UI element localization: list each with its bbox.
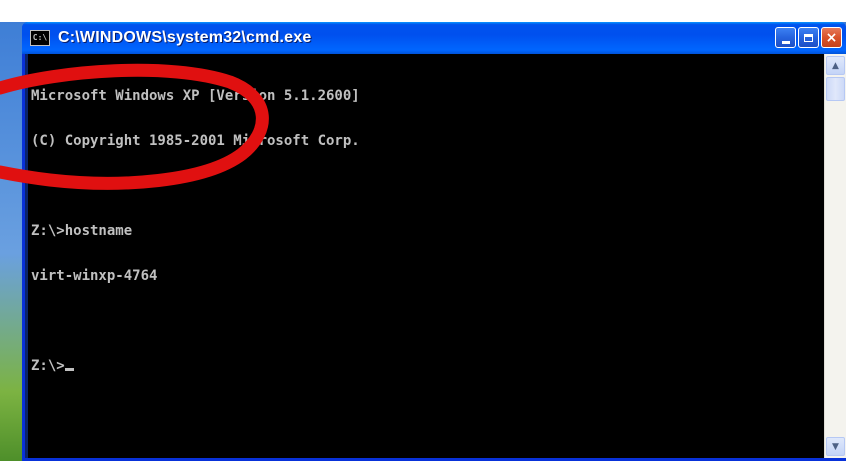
- title-bar[interactable]: C:\ C:\WINDOWS\system32\cmd.exe ×: [22, 22, 846, 54]
- close-icon: ×: [825, 29, 838, 46]
- top-margin: [0, 0, 846, 22]
- console-line: virt-winxp-4764: [31, 268, 158, 284]
- cmd-window: C:\ C:\WINDOWS\system32\cmd.exe × Micros…: [22, 22, 846, 461]
- console-output[interactable]: Microsoft Windows XP [Version 5.1.2600] …: [28, 54, 824, 458]
- close-button[interactable]: ×: [821, 27, 842, 48]
- down-arrow-icon: ▼: [832, 441, 839, 452]
- prompt-line[interactable]: Z:\>: [31, 359, 824, 374]
- console-line: (C) Copyright 1985-2001 Microsoft Corp.: [31, 133, 360, 149]
- window-controls: ×: [775, 27, 842, 48]
- console-line: Microsoft Windows XP [Version 5.1.2600]: [31, 88, 360, 104]
- scroll-up-button[interactable]: ▲: [826, 56, 845, 75]
- scroll-down-button[interactable]: ▼: [826, 437, 845, 456]
- maximize-button[interactable]: [798, 27, 819, 48]
- minimize-button[interactable]: [775, 27, 796, 48]
- text-cursor: [64, 368, 74, 371]
- console-line: Z:\>hostname: [31, 223, 133, 239]
- prompt-text: Z:\>: [31, 358, 65, 374]
- cmd-icon[interactable]: C:\: [30, 30, 50, 46]
- up-arrow-icon: ▲: [832, 60, 839, 71]
- scroll-thumb[interactable]: [826, 77, 845, 101]
- window-title: C:\WINDOWS\system32\cmd.exe: [58, 29, 312, 46]
- vertical-scrollbar[interactable]: ▲ ▼: [824, 54, 846, 458]
